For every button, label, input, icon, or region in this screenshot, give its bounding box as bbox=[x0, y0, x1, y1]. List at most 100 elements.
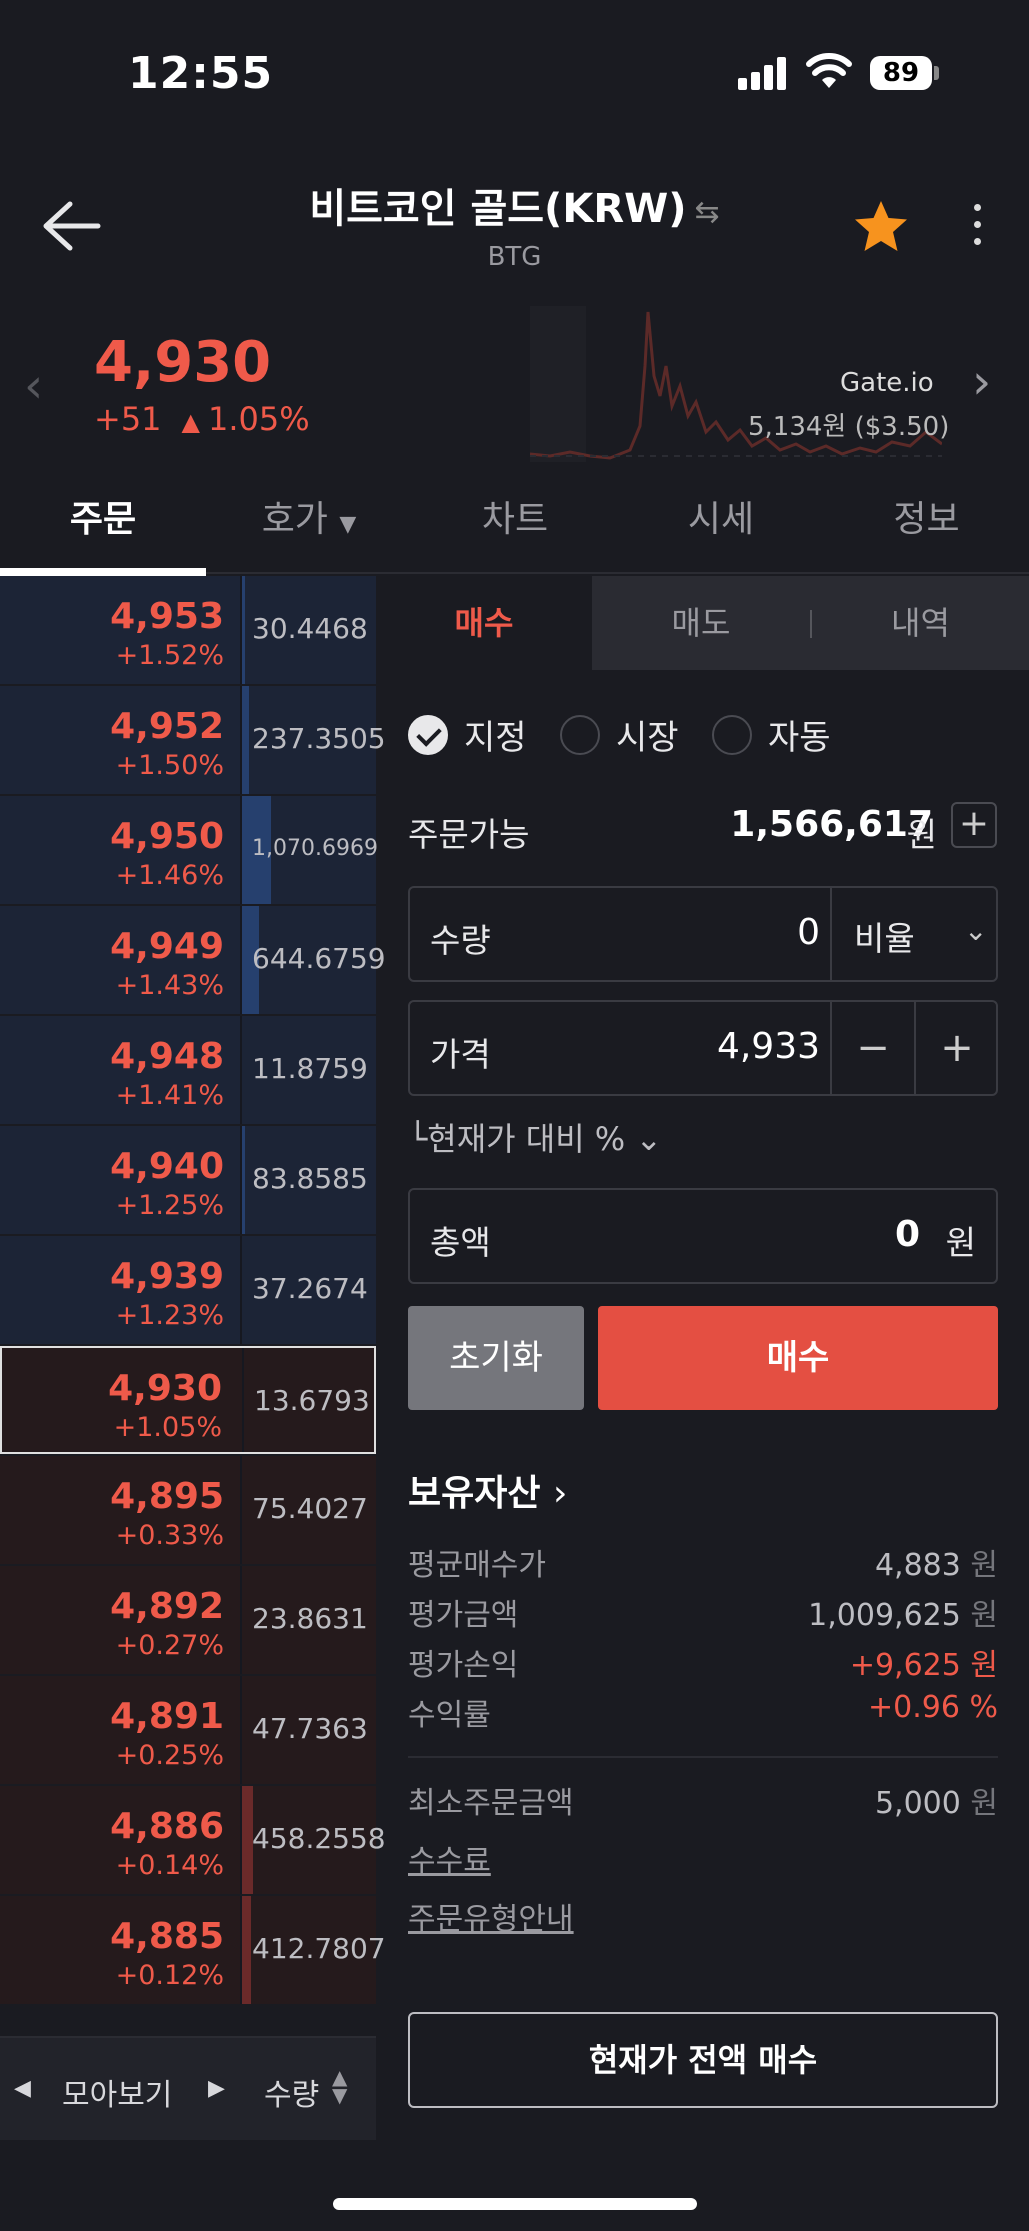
main-tabs: 주문 호가 ▼ 차트 시세 정보 bbox=[0, 490, 1029, 574]
orderbook-row[interactable]: 4,939 +1.23% 37.2674 bbox=[0, 1236, 376, 1344]
orderbook-row[interactable]: 4,953 +1.52% 30.4468 bbox=[0, 576, 376, 684]
orderbook-quantity: 237.3505 bbox=[252, 722, 386, 755]
radio-auto[interactable]: 자동 bbox=[712, 710, 831, 759]
tab-orderbook[interactable]: 호가 ▼ bbox=[206, 490, 412, 574]
column-divider bbox=[240, 1236, 242, 1344]
tab-market[interactable]: 시세 bbox=[618, 490, 824, 574]
tab-buy[interactable]: 매수 bbox=[376, 576, 592, 670]
orderbook-row[interactable]: 4,892 +0.27% 23.8631 bbox=[0, 1566, 376, 1674]
tab-orderbook-label: 호가 bbox=[261, 499, 328, 540]
battery-tip bbox=[934, 66, 939, 80]
wifi-icon bbox=[806, 53, 852, 88]
swap-icon[interactable]: ⇆ bbox=[695, 195, 720, 230]
orderbook-row[interactable]: 4,949 +1.43% 644.6759 bbox=[0, 906, 386, 1014]
sort-icon[interactable]: ▲ ▼ bbox=[332, 2067, 347, 2105]
total-input[interactable]: 0 bbox=[895, 1214, 920, 1255]
price-input[interactable]: 4,933 bbox=[620, 1026, 820, 1067]
holding-label: 평가금액 bbox=[408, 1598, 519, 1633]
order-type-guide-link[interactable]: 주문유형안내 bbox=[408, 1894, 574, 1938]
change-amount: +51 bbox=[94, 400, 162, 438]
compare-dropdown[interactable]: └현재가 대비 % ⌄ bbox=[408, 1114, 662, 1160]
full-buy-button[interactable]: 현재가 전액 매수 bbox=[408, 2012, 998, 2108]
orderbook-quantity: 13.6793 bbox=[254, 1384, 370, 1417]
orderbook-row[interactable]: 4,952 +1.50% 237.3505 bbox=[0, 686, 386, 794]
chevron-down-icon: ⌄ bbox=[635, 1120, 663, 1158]
tab-sell[interactable]: 매도 bbox=[592, 576, 810, 670]
fee-link[interactable]: 수수료 bbox=[408, 1836, 491, 1880]
radio-market-label: 시장 bbox=[616, 718, 679, 758]
ratio-select[interactable]: 비율 bbox=[854, 912, 915, 960]
radio-market[interactable]: 시장 bbox=[560, 710, 679, 759]
orderbook-price: 4,886 bbox=[110, 1806, 224, 1847]
quantity-input[interactable]: 0 bbox=[620, 912, 820, 953]
orderbook-row[interactable]: 4,885 +0.12% 412.7807 bbox=[0, 1896, 386, 2004]
chevron-down-icon[interactable]: ⌄ bbox=[964, 914, 987, 947]
orderbook-row[interactable]: 4,940 +1.25% 83.8585 bbox=[0, 1126, 376, 1234]
radio-empty-icon bbox=[712, 714, 752, 755]
column-divider bbox=[240, 1786, 242, 1894]
holdings-label: 보유자산 bbox=[408, 1473, 541, 1514]
favorite-star-icon[interactable] bbox=[852, 198, 910, 256]
orderbook-percent: +1.52% bbox=[115, 640, 224, 671]
order-panel: 매수 매도 내역 지정 시장 자동 주문가능 1,566,617 원 + 수량 … bbox=[376, 576, 1029, 2136]
holding-value: +0.96 % bbox=[868, 1690, 998, 1725]
holding-label: 평균매수가 bbox=[408, 1548, 546, 1583]
more-menu-icon[interactable] bbox=[962, 198, 992, 258]
orderbook-percent: +0.14% bbox=[115, 1850, 224, 1881]
orderbook-percent: +1.25% bbox=[115, 1190, 224, 1221]
coin-name: 비트코인 골드(KRW) bbox=[309, 186, 687, 232]
orderbook-price: 4,892 bbox=[110, 1586, 224, 1627]
orderbook-price: 4,930 bbox=[108, 1368, 222, 1409]
orderbook-row[interactable]: 4,886 +0.14% 458.2558 bbox=[0, 1786, 386, 1894]
holding-label: 평가손익 bbox=[408, 1648, 519, 1683]
volume-bar bbox=[242, 1126, 245, 1234]
change-percent: 1.05% bbox=[208, 400, 310, 438]
orderbook-price: 4,895 bbox=[110, 1476, 224, 1517]
orderbook-percent: +0.12% bbox=[115, 1960, 224, 1991]
group-view-button[interactable]: 모아보기 bbox=[62, 2070, 172, 2114]
orderbook-price: 4,891 bbox=[110, 1696, 224, 1737]
prev-chevron-icon[interactable]: ‹ bbox=[24, 358, 43, 414]
price-increase-button[interactable]: + bbox=[916, 1002, 998, 1094]
orderbook-price: 4,952 bbox=[110, 706, 224, 747]
column-divider bbox=[240, 686, 242, 794]
radio-auto-label: 자동 bbox=[768, 718, 831, 758]
orderbook-quantity: 37.2674 bbox=[252, 1272, 368, 1305]
column-divider bbox=[240, 1456, 242, 1564]
buy-button[interactable]: 매수 bbox=[598, 1306, 998, 1410]
orderbook-quantity: 83.8585 bbox=[252, 1162, 368, 1195]
orderbook-price: 4,949 bbox=[110, 926, 224, 967]
radio-limit[interactable]: 지정 bbox=[408, 710, 527, 759]
tab-info[interactable]: 정보 bbox=[824, 490, 1029, 574]
right-triangle-icon[interactable]: ▶ bbox=[208, 2076, 225, 2101]
status-bar: 12:55 89 bbox=[0, 0, 1029, 150]
compare-label: 현재가 대비 % bbox=[427, 1120, 626, 1158]
holdings-title[interactable]: 보유자산 › bbox=[408, 1464, 567, 1516]
total-unit: 원 bbox=[945, 1223, 976, 1262]
orderbook-percent: +1.43% bbox=[115, 970, 224, 1001]
deposit-plus-button[interactable]: + bbox=[951, 802, 997, 848]
reference-price: 5,134원 ($3.50) bbox=[748, 412, 950, 442]
exchange-name: Gate.io bbox=[840, 368, 934, 398]
orderbook-row[interactable]: 4,948 +1.41% 11.8759 bbox=[0, 1016, 376, 1124]
sort-quantity-button[interactable]: 수량 bbox=[264, 2070, 319, 2114]
orderbook-price: 4,950 bbox=[110, 816, 224, 857]
price-decrease-button[interactable]: − bbox=[832, 1002, 914, 1094]
next-chevron-icon[interactable]: › bbox=[972, 354, 991, 410]
tab-history[interactable]: 내역 bbox=[812, 576, 1029, 670]
available-value: 1,566,617 bbox=[730, 804, 933, 845]
orderbook-row-current[interactable]: 4,930 +1.05% 13.6793 bbox=[0, 1346, 376, 1454]
orderbook-row[interactable]: 4,891 +0.25% 47.7363 bbox=[0, 1676, 376, 1784]
reset-button[interactable]: 초기화 bbox=[408, 1306, 584, 1410]
min-order-label: 최소주문금액 bbox=[408, 1786, 574, 1821]
orderbook-percent: +1.05% bbox=[113, 1412, 222, 1443]
orderbook-quantity: 30.4468 bbox=[252, 612, 368, 645]
orderbook-quantity: 11.8759 bbox=[252, 1052, 368, 1085]
orderbook-row[interactable]: 4,895 +0.33% 75.4027 bbox=[0, 1456, 376, 1564]
orderbook-percent: +0.33% bbox=[115, 1520, 224, 1551]
tab-chart[interactable]: 차트 bbox=[412, 490, 618, 574]
orderbook-row[interactable]: 4,950 +1.46% 1,070.6969 bbox=[0, 796, 378, 904]
tab-order[interactable]: 주문 bbox=[0, 490, 206, 574]
left-triangle-icon[interactable]: ◀ bbox=[14, 2076, 31, 2101]
orderbook-price: 4,939 bbox=[110, 1256, 224, 1297]
